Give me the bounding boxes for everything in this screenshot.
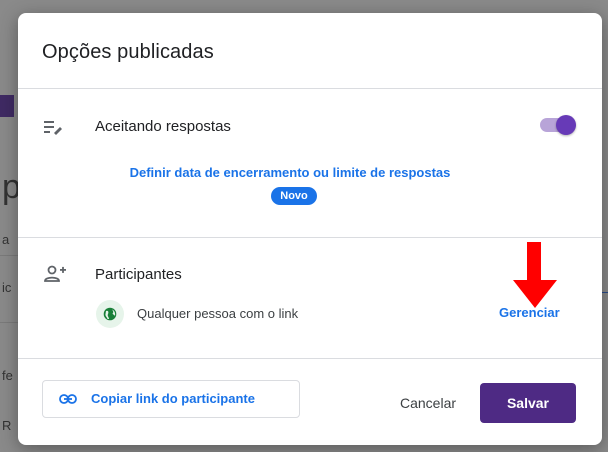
background-divider xyxy=(0,322,18,323)
person-add-icon xyxy=(44,265,66,283)
divider xyxy=(18,88,602,89)
background-text-fragment: a xyxy=(2,232,10,247)
save-button[interactable]: Salvar xyxy=(480,383,576,423)
background-header-bar xyxy=(0,95,14,117)
toggle-knob xyxy=(556,115,576,135)
globe-icon xyxy=(103,307,117,321)
accepting-responses-label: Aceitando respostas xyxy=(95,118,231,135)
link-icon xyxy=(59,392,77,411)
set-deadline-link[interactable]: Definir data de encerramento ou limite d… xyxy=(18,165,562,180)
divider xyxy=(18,358,602,359)
globe-icon-badge xyxy=(96,300,124,328)
participants-label: Participantes xyxy=(95,266,182,283)
access-level-text: Qualquer pessoa com o link xyxy=(137,306,299,321)
dialog-title: Opções publicadas xyxy=(42,41,214,63)
background-text-fragment: R xyxy=(2,418,12,433)
copy-participant-link-button[interactable]: Copiar link do participante xyxy=(42,380,300,418)
cancel-button[interactable]: Cancelar xyxy=(384,385,472,421)
edit-lines-icon xyxy=(44,119,64,135)
copy-link-label: Copiar link do participante xyxy=(91,391,255,406)
published-options-dialog: Opções publicadas Aceitando respostas De… xyxy=(18,13,602,445)
new-badge: Novo xyxy=(271,187,317,205)
divider xyxy=(18,237,602,238)
background-divider xyxy=(0,255,18,256)
red-down-arrow-icon xyxy=(507,242,563,310)
background-text-fragment: ic xyxy=(2,280,12,295)
accepting-responses-toggle[interactable] xyxy=(540,115,576,135)
background-text-fragment: fe xyxy=(2,368,13,383)
